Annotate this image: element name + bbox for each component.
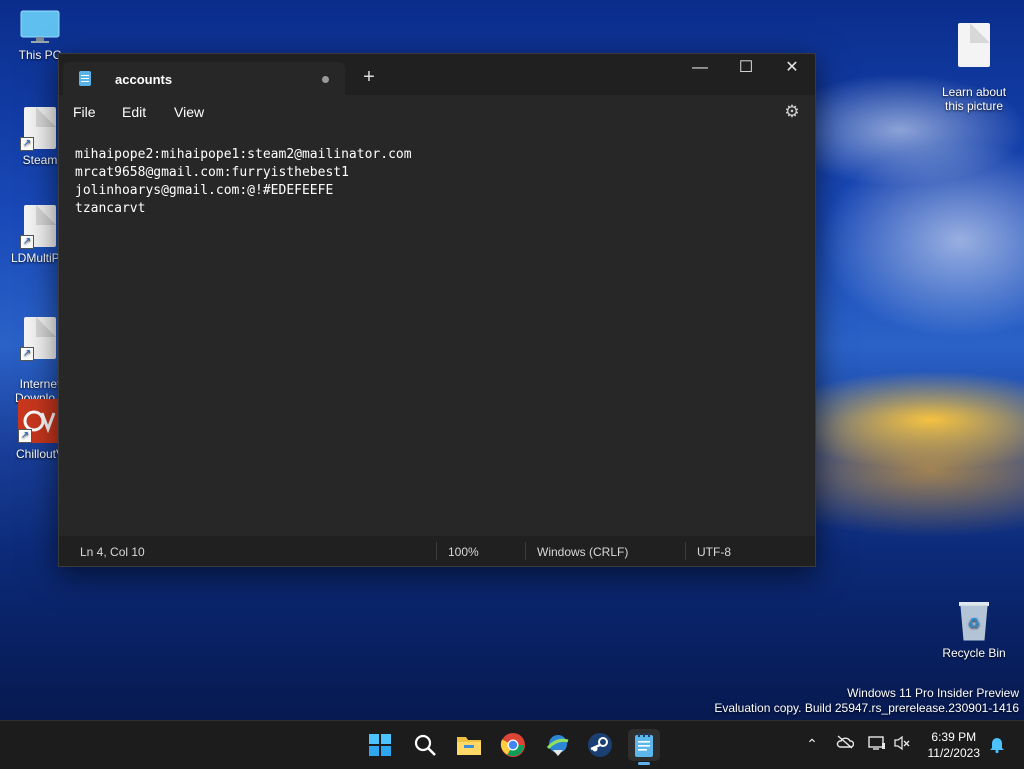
- desktop-icon-label: Learn about this picture: [941, 85, 1007, 113]
- menu-view[interactable]: View: [174, 104, 204, 120]
- text-line: tzancarvt: [75, 201, 146, 216]
- status-divider: [436, 542, 437, 560]
- clock-date: 11/2/2023: [927, 746, 981, 760]
- menu-file[interactable]: File: [73, 104, 96, 120]
- recycle-bin-icon: ♻: [956, 598, 992, 642]
- tab-accounts[interactable]: accounts: [63, 62, 345, 95]
- gear-icon[interactable]: ⚙: [783, 103, 801, 121]
- file-explorer-icon[interactable]: [453, 729, 485, 761]
- notepad-icon[interactable]: [628, 729, 660, 765]
- menu-edit[interactable]: Edit: [122, 104, 146, 120]
- tab-title: accounts: [115, 72, 173, 87]
- internet-download-manager-icon[interactable]: [541, 729, 573, 761]
- new-tab-button[interactable]: +: [355, 64, 383, 92]
- title-bar[interactable]: accounts + — ☐ ✕: [59, 54, 815, 95]
- status-divider: [525, 542, 526, 560]
- file-icon: ↗: [20, 205, 56, 249]
- notepad-icon: [79, 71, 91, 86]
- cursor-position[interactable]: Ln 4, Col 10: [80, 545, 145, 559]
- desktop-icon-label: Recycle Bin: [942, 646, 1006, 660]
- file-icon: [958, 23, 990, 67]
- status-bar: Ln 4, Col 10 100% Windows (CRLF) UTF-8: [59, 536, 815, 566]
- chevron-up-icon[interactable]: ⌃: [803, 735, 821, 753]
- notepad-window: accounts + — ☐ ✕ File Edit View ⚙ mihaip…: [58, 53, 816, 567]
- windows-watermark: Windows 11 Pro Insider Preview Evaluatio…: [714, 686, 1019, 716]
- clock-time: 6:39 PM: [931, 730, 977, 744]
- onedrive-icon[interactable]: [836, 735, 855, 753]
- desktop-icon-recycle-bin[interactable]: ♻ Recycle Bin: [934, 598, 1014, 660]
- shortcut-arrow-icon: ↗: [20, 137, 34, 151]
- menu-bar: File Edit View ⚙: [59, 95, 815, 132]
- encoding[interactable]: UTF-8: [697, 545, 731, 559]
- text-line: mrcat9658@gmail.com:furryisthebest1: [75, 165, 349, 180]
- watermark-line: Windows 11 Pro Insider Preview: [847, 686, 1019, 700]
- monitor-icon: [20, 10, 60, 44]
- taskbar: ⌃ 6:39 PM 11/2/2023: [0, 720, 1024, 769]
- shortcut-arrow-icon: ↗: [20, 347, 34, 361]
- notification-bell-icon[interactable]: [988, 735, 1006, 754]
- desktop-icon-learn-about-picture[interactable]: Learn about this picture: [934, 9, 1014, 127]
- shortcut-arrow-icon: ↗: [18, 429, 32, 443]
- file-icon: ↗: [20, 107, 56, 151]
- network-icon[interactable]: [868, 735, 886, 753]
- steam-icon[interactable]: [584, 729, 616, 761]
- volume-muted-icon[interactable]: [893, 735, 911, 753]
- zoom-level[interactable]: 100%: [448, 545, 479, 559]
- unsaved-dot-icon[interactable]: [322, 76, 329, 83]
- text-line: mihaipope2:mihaipope1:steam2@mailinator.…: [75, 147, 412, 162]
- file-icon: ↗: [20, 317, 56, 361]
- text-line: jolinhoarys@gmail.com:@!#EDEFEEFE: [75, 183, 334, 198]
- status-divider: [685, 542, 686, 560]
- search-icon[interactable]: [409, 729, 441, 761]
- chilloutvr-icon: ↗: [18, 399, 62, 443]
- clock[interactable]: 6:39 PM 11/2/2023: [928, 729, 981, 761]
- close-button[interactable]: ✕: [769, 54, 815, 84]
- watermark-line: Evaluation copy. Build 25947.rs_prerelea…: [714, 701, 1019, 715]
- text-editor[interactable]: mihaipope2:mihaipope1:steam2@mailinator.…: [59, 132, 815, 536]
- minimize-button[interactable]: —: [677, 54, 723, 84]
- shortcut-arrow-icon: ↗: [20, 235, 34, 249]
- start-icon[interactable]: [364, 729, 396, 761]
- maximize-button[interactable]: ☐: [723, 54, 769, 84]
- svg-text:♻: ♻: [968, 616, 981, 632]
- line-ending[interactable]: Windows (CRLF): [537, 545, 628, 559]
- chrome-icon[interactable]: [497, 729, 529, 761]
